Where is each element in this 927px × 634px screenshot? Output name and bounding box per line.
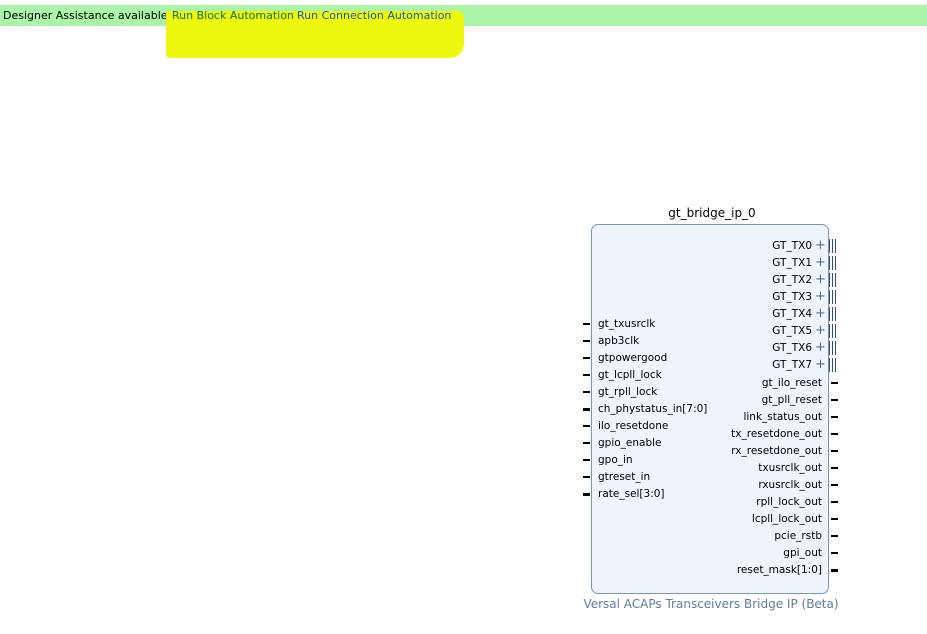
expand-plus-icon[interactable]: + [815, 323, 826, 339]
output-pin[interactable] [831, 450, 838, 452]
input-pin[interactable] [583, 340, 590, 342]
interface-port-label: GT_TX0 [772, 240, 812, 252]
interface-bus-pin[interactable] [828, 239, 838, 253]
output-port-label: gt_ilo_reset [761, 377, 822, 389]
output-port-label: link_status_out [743, 411, 822, 423]
output-pin[interactable] [831, 518, 838, 520]
output-pin[interactable] [831, 382, 838, 384]
banner-message: Designer Assistance available. [3, 9, 172, 22]
output-port-label: rxusrclk_out [758, 479, 822, 491]
interface-bus-pin[interactable] [828, 256, 838, 270]
input-port-label: gpio_enable [598, 437, 662, 449]
expand-plus-icon[interactable]: + [815, 238, 826, 254]
output-pin[interactable] [831, 535, 838, 537]
output-pin[interactable] [831, 501, 838, 503]
output-pin[interactable] [831, 569, 838, 572]
input-pin[interactable] [583, 442, 590, 444]
input-pin[interactable] [583, 357, 590, 359]
input-port-label: gtreset_in [598, 471, 651, 483]
expand-plus-icon[interactable]: + [815, 357, 826, 373]
output-port-label: reset_mask[1:0] [736, 564, 822, 576]
input-pin[interactable] [583, 374, 590, 376]
input-port-label: gpo_in [598, 454, 633, 466]
output-pin[interactable] [831, 399, 838, 401]
interface-port-label: GT_TX1 [772, 257, 812, 269]
input-port-label: ch_phystatus_in[7:0] [598, 403, 708, 415]
interface-port-label: GT_TX4 [772, 308, 812, 320]
expand-plus-icon[interactable]: + [815, 255, 826, 271]
output-port-label: gt_pll_reset [761, 394, 822, 406]
input-pin[interactable] [583, 408, 590, 411]
expand-plus-icon[interactable]: + [815, 272, 826, 288]
interface-bus-pin[interactable] [828, 307, 838, 321]
interface-port-label: GT_TX6 [772, 342, 812, 354]
output-pin[interactable] [831, 552, 838, 554]
output-pin[interactable] [831, 467, 838, 469]
interface-port-label: GT_TX2 [772, 274, 812, 286]
expand-plus-icon[interactable]: + [815, 340, 826, 356]
output-port-label: lcpll_lock_out [751, 513, 822, 525]
input-port-label: gt_lcpll_lock [598, 369, 662, 381]
input-port-label: gt_txusrclk [598, 318, 656, 330]
input-pin[interactable] [583, 391, 590, 393]
interface-bus-pin[interactable] [828, 341, 838, 355]
output-pin[interactable] [831, 484, 838, 486]
input-port-label: ilo_resetdone [598, 420, 669, 432]
interface-bus-pin[interactable] [828, 290, 838, 304]
expand-plus-icon[interactable]: + [815, 306, 826, 322]
output-port-label: txusrclk_out [758, 462, 822, 474]
block-name[interactable]: gt_bridge_ip_0 [592, 206, 832, 220]
input-port-label: gtpowergood [598, 352, 668, 364]
output-port-label: gpi_out [783, 547, 822, 559]
input-pin[interactable] [583, 476, 590, 478]
input-port-label: rate_sel[3:0] [598, 488, 665, 500]
interface-bus-pin[interactable] [828, 358, 838, 372]
output-pin[interactable] [831, 433, 838, 435]
input-port-label: apb3clk [598, 335, 640, 347]
output-port-label: pcie_rstb [774, 530, 822, 542]
block-subtitle: Versal ACAPs Transceivers Bridge IP (Bet… [583, 597, 839, 611]
input-pin[interactable] [583, 493, 590, 496]
output-pin[interactable] [831, 416, 838, 418]
output-port-label: tx_resetdone_out [731, 428, 822, 440]
interface-port-label: GT_TX5 [772, 325, 812, 337]
run-connection-automation-link[interactable]: Run Connection Automation [297, 5, 451, 26]
input-pin[interactable] [583, 459, 590, 461]
interface-bus-pin[interactable] [828, 273, 838, 287]
output-port-label: rx_resetdone_out [731, 445, 822, 457]
run-block-automation-link[interactable]: Run Block Automation [172, 5, 294, 26]
expand-plus-icon[interactable]: + [815, 289, 826, 305]
input-port-label: gt_rpll_lock [598, 386, 658, 398]
output-port-label: rpll_lock_out [756, 496, 822, 508]
input-pin[interactable] [583, 323, 590, 325]
interface-bus-pin[interactable] [828, 324, 838, 338]
interface-port-label: GT_TX3 [772, 291, 812, 303]
interface-port-label: GT_TX7 [772, 359, 812, 371]
input-pin[interactable] [583, 425, 590, 427]
